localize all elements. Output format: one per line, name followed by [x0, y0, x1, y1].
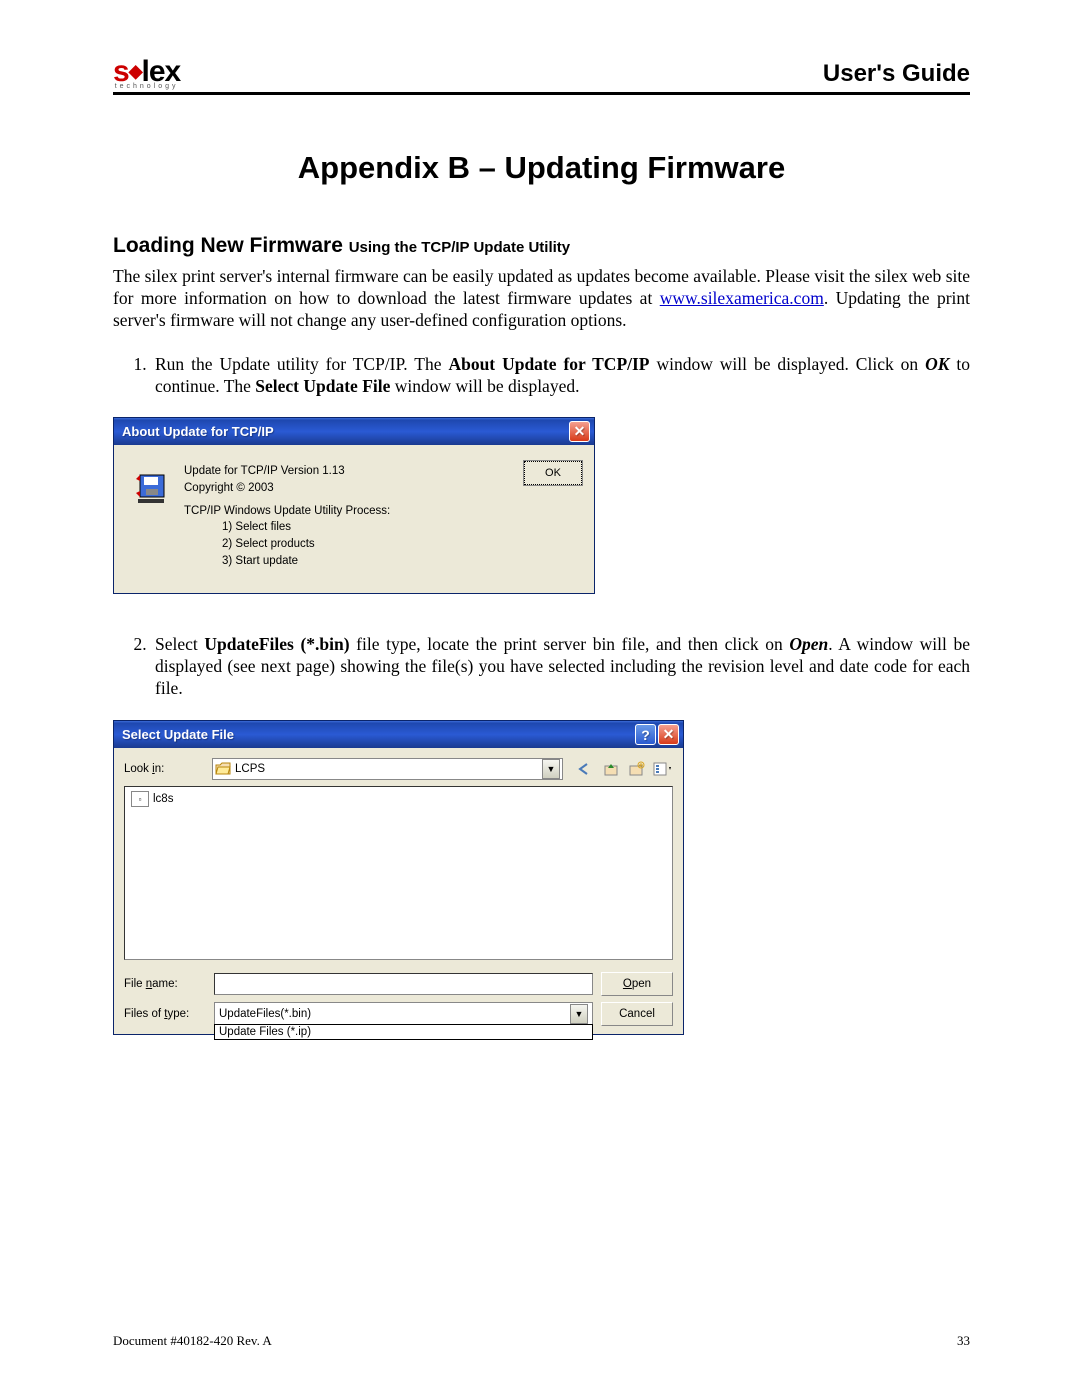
filename-label: File name: [124, 978, 206, 990]
filetype-dropdown-list[interactable]: Update Files (*.ip) [214, 1024, 593, 1040]
page-header: s◆lex technology User's Guide [113, 58, 970, 95]
about-dialog-title: About Update for TCP/IP [122, 424, 274, 439]
doc-id: Document #40182-420 Rev. A [113, 1333, 272, 1349]
silex-logo: s◆lex technology [113, 58, 180, 90]
filetype-combo[interactable]: UpdateFiles(*.bin) ▼ Update Files (*.ip) [214, 1002, 593, 1026]
folder-open-icon [215, 762, 231, 776]
about-line1: Update for TCP/IP Version 1.13 [184, 463, 390, 480]
about-dialog-titlebar: About Update for TCP/IP ✕ [114, 418, 594, 445]
chevron-down-icon[interactable]: ▼ [570, 1004, 588, 1024]
up-folder-icon[interactable] [601, 759, 621, 779]
close-icon[interactable]: ✕ [569, 421, 590, 442]
select-dialog-titlebar: Select Update File ? ✕ [114, 721, 683, 748]
logo-subtext: technology [115, 83, 179, 90]
intro-paragraph: The silex print server's internal firmwa… [113, 266, 970, 332]
select-file-dialog: Select Update File ? ✕ Look in: LCPS ▼ [113, 720, 684, 1035]
back-icon[interactable] [575, 759, 595, 779]
about-line5: 2) Select products [184, 536, 390, 553]
bin-file-icon: ▫ [131, 791, 149, 807]
open-button[interactable]: Open [601, 972, 673, 996]
select-dialog-title: Select Update File [122, 727, 234, 742]
filetype-option[interactable]: Update Files (*.ip) [219, 1026, 588, 1038]
filename-input[interactable] [214, 973, 593, 995]
step-1: Run the Update utility for TCP/IP. The A… [151, 354, 970, 398]
help-icon[interactable]: ? [635, 724, 656, 745]
disk-icon [134, 471, 170, 507]
list-item[interactable]: ▫ lc8s [131, 791, 666, 807]
step-2: Select UpdateFiles (*.bin) file type, lo… [151, 634, 970, 700]
about-update-dialog: About Update for TCP/IP ✕ Update for TCP… [113, 417, 595, 594]
step-list: Run the Update utility for TCP/IP. The A… [113, 354, 970, 398]
new-folder-icon[interactable] [627, 759, 647, 779]
lookin-combo[interactable]: LCPS ▼ [212, 758, 563, 780]
lookin-label: Look in: [124, 763, 206, 775]
about-line4: 1) Select files [184, 519, 390, 536]
filetype-label: Files of type: [124, 1008, 206, 1020]
page-number: 33 [957, 1333, 970, 1349]
ok-button[interactable]: OK [524, 461, 582, 485]
guide-title: User's Guide [823, 60, 970, 88]
section-heading-main: Loading New Firmware [113, 234, 349, 257]
cancel-button[interactable]: Cancel [601, 1002, 673, 1026]
about-line2: Copyright © 2003 [184, 480, 390, 497]
chevron-down-icon[interactable]: ▼ [542, 759, 560, 779]
file-list-area[interactable]: ▫ lc8s [124, 786, 673, 960]
section-heading: Loading New Firmware Using the TCP/IP Up… [113, 234, 970, 258]
view-menu-icon[interactable] [653, 759, 673, 779]
about-dialog-body: Update for TCP/IP Version 1.13 Copyright… [114, 445, 594, 593]
file-name: lc8s [153, 793, 173, 805]
about-line3: TCP/IP Windows Update Utility Process: [184, 503, 390, 520]
filetype-value: UpdateFiles(*.bin) [219, 1008, 311, 1020]
section-heading-sub: Using the TCP/IP Update Utility [349, 239, 570, 256]
lookin-value: LCPS [235, 763, 265, 775]
page-footer: Document #40182-420 Rev. A 33 [113, 1333, 970, 1349]
close-icon[interactable]: ✕ [658, 724, 679, 745]
select-dialog-body: Look in: LCPS ▼ ▫ lc8s [114, 748, 683, 1034]
step-list-2: Select UpdateFiles (*.bin) file type, lo… [113, 634, 970, 700]
about-text: Update for TCP/IP Version 1.13 Copyright… [184, 463, 390, 569]
about-line6: 3) Start update [184, 553, 390, 570]
appendix-title: Appendix B – Updating Firmware [113, 150, 970, 186]
silex-link[interactable]: www.silexamerica.com [660, 288, 824, 308]
